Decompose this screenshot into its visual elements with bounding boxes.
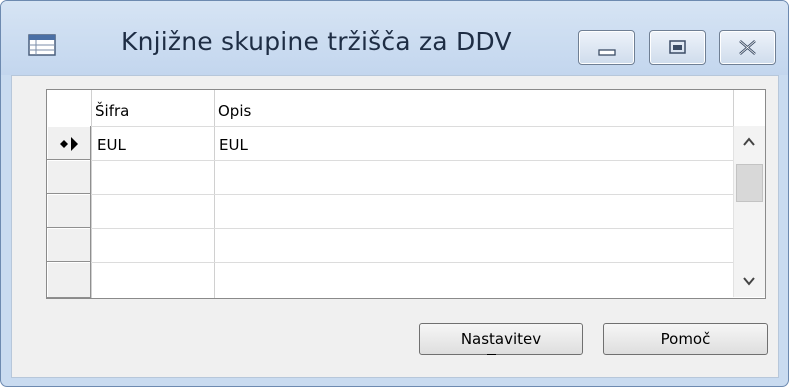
column-header-opis[interactable]: Opis <box>214 90 733 126</box>
row-selector[interactable] <box>47 262 91 298</box>
column-header-sifra-label: Šifra <box>95 102 130 120</box>
column-header-sifra[interactable]: Šifra <box>91 90 213 126</box>
cell-opis[interactable] <box>215 195 732 228</box>
cell-opis[interactable] <box>215 161 732 194</box>
cell-opis[interactable]: EUL <box>219 136 248 154</box>
dialog-window: Knjižne skupine tržišča za DDV Šifra Opi… <box>0 0 789 387</box>
help-button[interactable]: Pomoč <box>603 323 768 355</box>
cell-sifra[interactable] <box>92 195 213 228</box>
chevron-up-icon[interactable] <box>734 126 765 156</box>
vertical-scrollbar[interactable] <box>733 126 765 297</box>
row-selector[interactable] <box>47 194 91 228</box>
cell-sifra[interactable]: EUL <box>97 136 126 154</box>
row-selector[interactable] <box>47 228 91 262</box>
mnemonic-underline <box>486 354 496 355</box>
window-title: Knjižne skupine tržišča za DDV <box>121 27 512 56</box>
setup-button-label: Nastavitev <box>461 330 541 355</box>
table-window-icon[interactable] <box>28 34 56 56</box>
cell-sifra[interactable] <box>92 229 213 262</box>
column-header-opis-label: Opis <box>218 102 252 120</box>
setup-button[interactable]: Nastavitev <box>419 323 583 355</box>
minimize-button[interactable] <box>578 30 635 65</box>
close-button[interactable] <box>719 30 776 65</box>
cell-opis[interactable] <box>215 229 732 262</box>
cell-opis[interactable] <box>215 263 732 297</box>
title-bar: Knjižne skupine tržišča za DDV <box>1 1 788 75</box>
row-selector[interactable] <box>47 160 91 194</box>
data-grid: Šifra Opis EUL EUL <box>46 89 766 299</box>
current-new-row-icon <box>60 137 78 151</box>
minimize-icon <box>598 49 616 56</box>
row-selector[interactable] <box>47 126 91 160</box>
close-icon <box>739 40 756 55</box>
maximize-icon <box>669 40 686 54</box>
cell-sifra[interactable] <box>92 263 213 297</box>
chevron-down-icon[interactable] <box>734 267 765 297</box>
maximize-button[interactable] <box>649 30 706 65</box>
scrollbar-thumb[interactable] <box>736 164 763 202</box>
dialog-body: Šifra Opis EUL EUL Nastavitev Pomoč <box>11 75 779 378</box>
cell-sifra[interactable] <box>92 161 213 194</box>
